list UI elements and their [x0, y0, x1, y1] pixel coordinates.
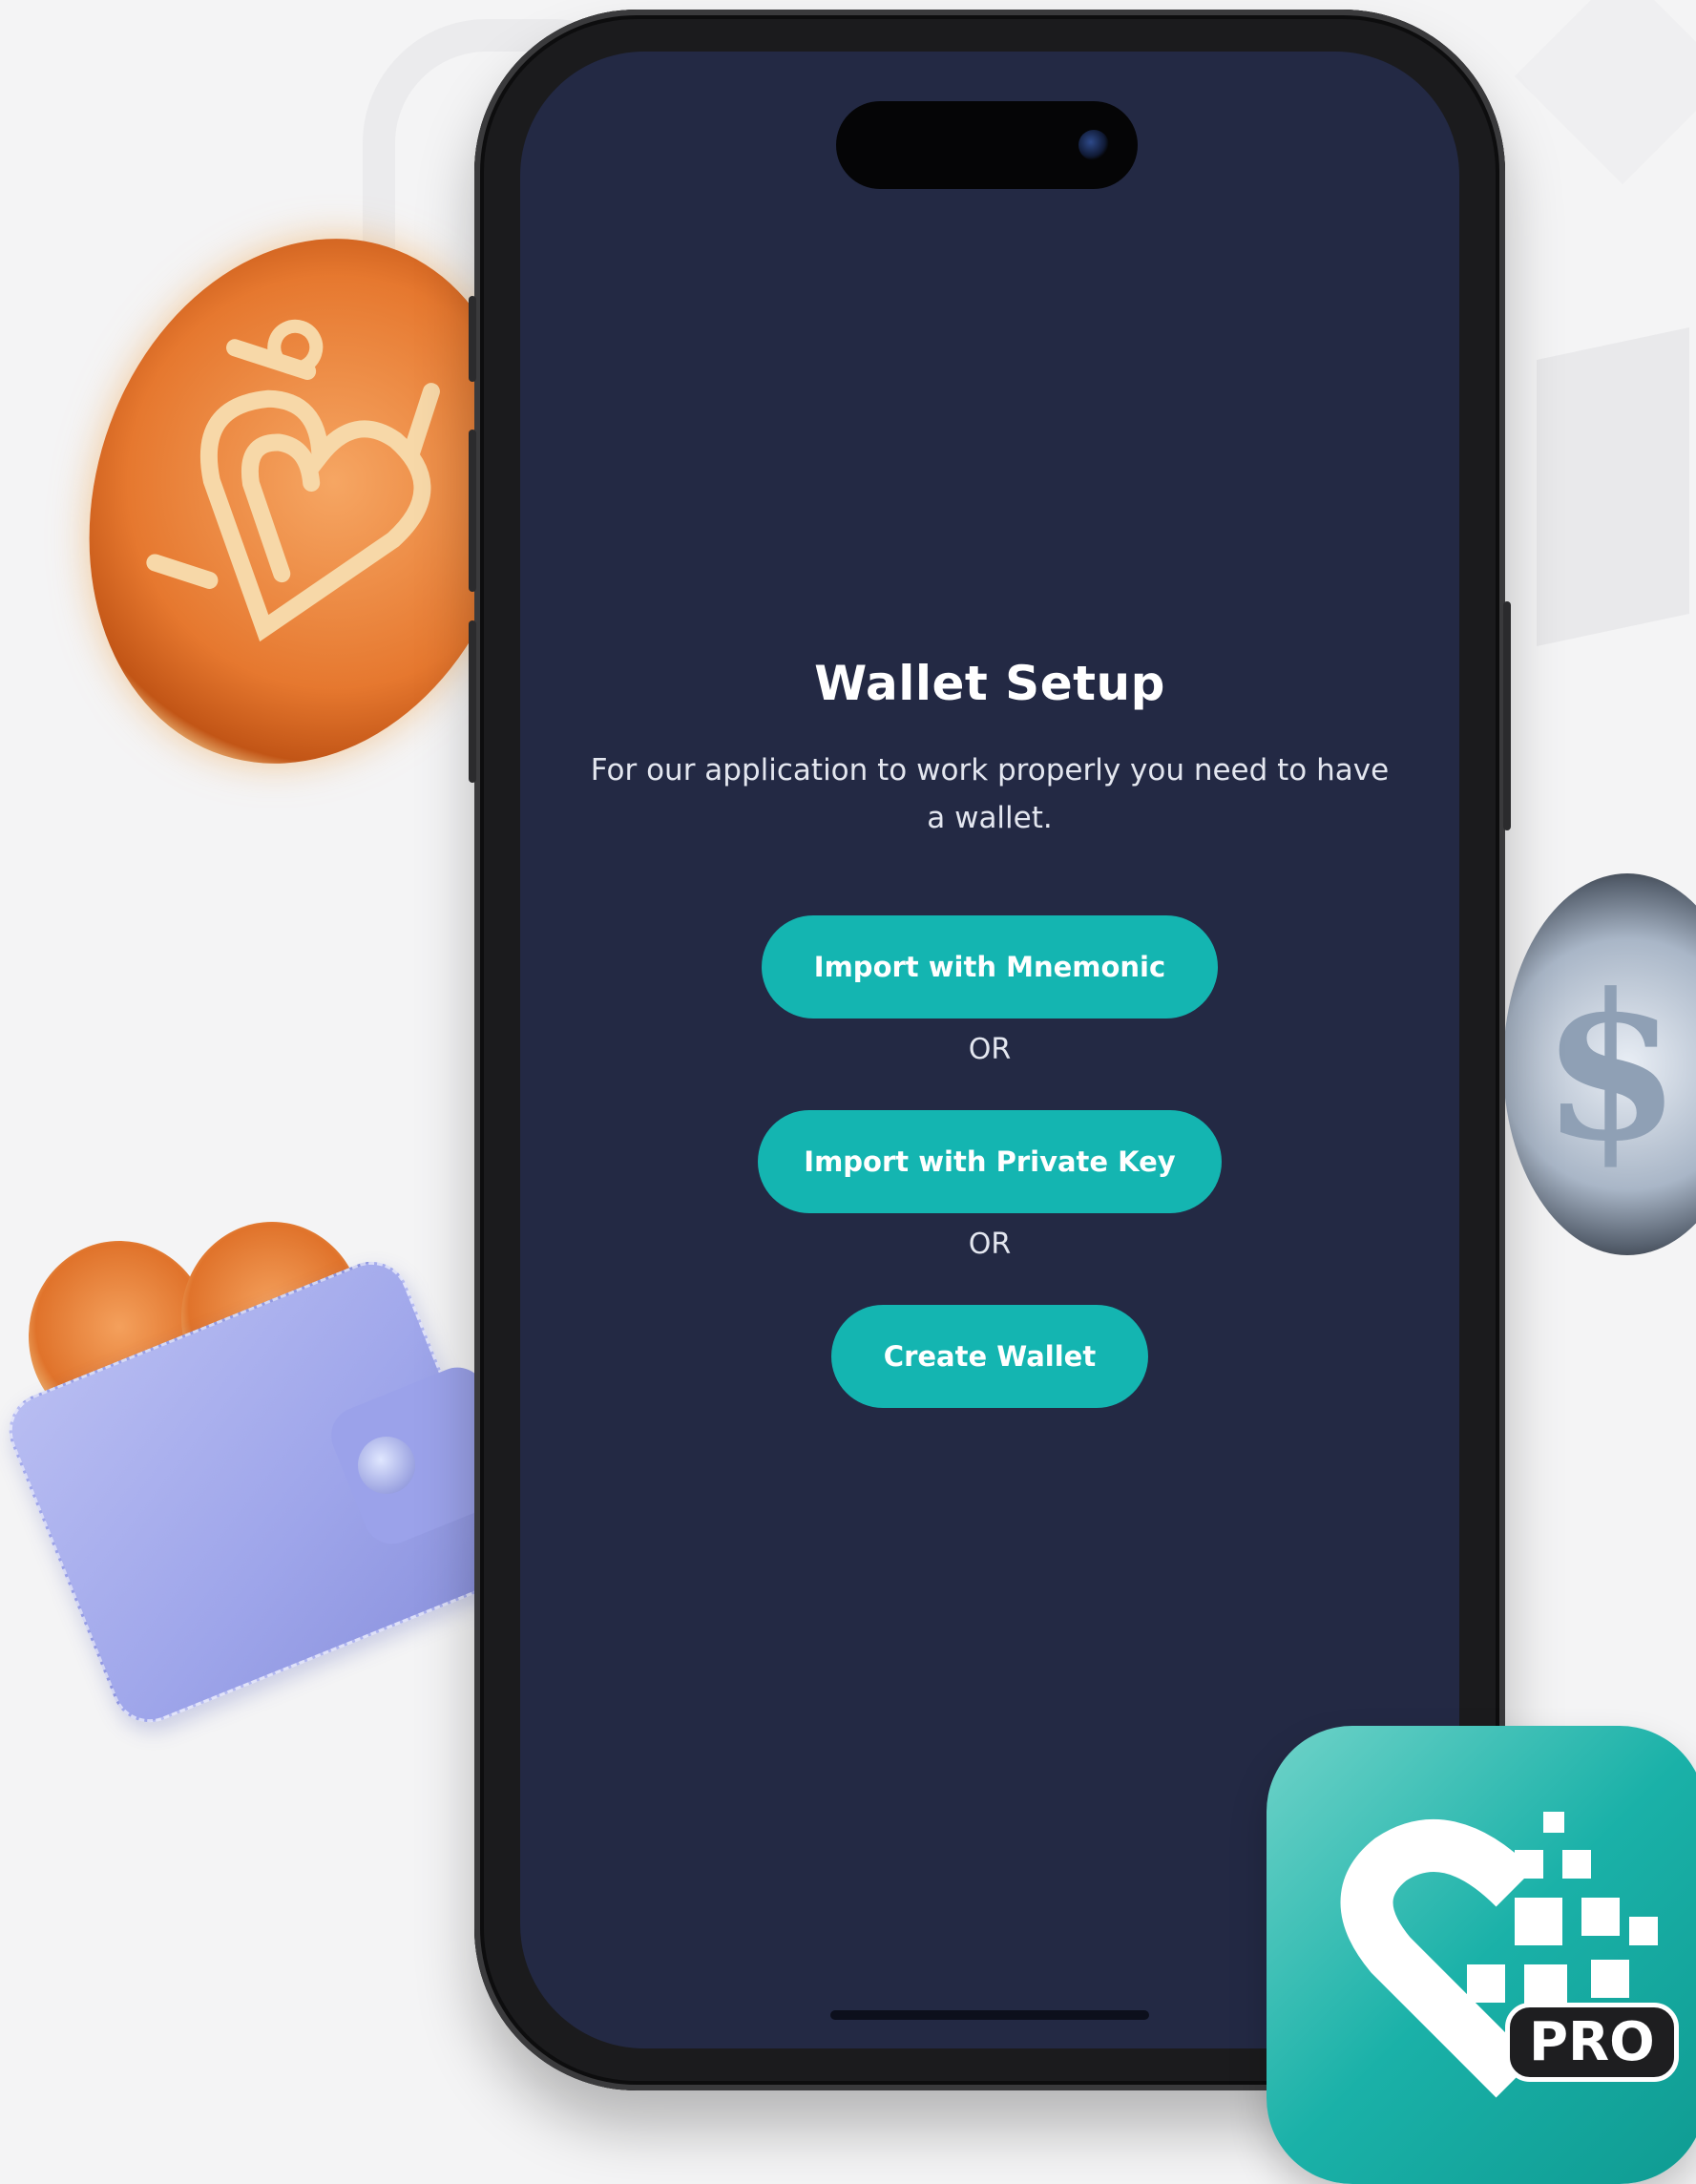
wallet-snap-button	[358, 1437, 415, 1494]
camera-icon	[1078, 130, 1109, 160]
home-indicator[interactable]	[830, 2010, 1149, 2020]
silver-dollar-coin-icon: $	[1503, 873, 1696, 1255]
heart-logo-icon	[1340, 1812, 1658, 2098]
app-logo-icon: PRO	[1267, 1726, 1696, 2184]
phone-side-button	[469, 430, 476, 592]
pro-badge: PRO	[1505, 2003, 1679, 2082]
page-subtitle: For our application to work properly you…	[590, 753, 1390, 835]
background-shape	[1514, 0, 1696, 185]
import-mnemonic-button[interactable]: Import with Mnemonic	[762, 915, 1218, 1018]
import-private-key-button[interactable]: Import with Private Key	[758, 1110, 1222, 1213]
phone-side-button	[1503, 601, 1511, 830]
create-wallet-button[interactable]: Create Wallet	[831, 1305, 1148, 1408]
page-title: Wallet Setup	[814, 656, 1165, 711]
dynamic-island	[836, 101, 1138, 189]
or-separator: OR	[968, 1228, 1012, 1261]
or-separator: OR	[968, 1033, 1012, 1066]
phone-side-button	[469, 620, 476, 783]
phone-side-button	[469, 296, 476, 382]
background-shape	[1537, 326, 1689, 647]
